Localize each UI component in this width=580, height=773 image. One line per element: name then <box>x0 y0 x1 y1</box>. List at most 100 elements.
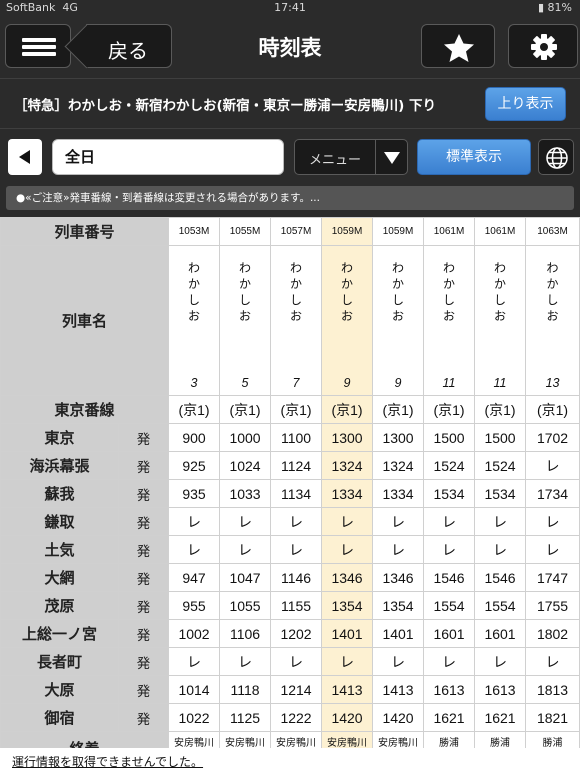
time-cell: レ <box>474 647 527 676</box>
time-cell: 1734 <box>525 479 580 508</box>
time-cell: 1033 <box>219 479 272 508</box>
time-cell: レ <box>270 535 323 564</box>
time-cell: 1124 <box>270 451 323 480</box>
train-name-char: し <box>392 293 405 307</box>
time-cell: 1747 <box>525 563 580 592</box>
time-cell: レ <box>219 535 272 564</box>
train-name-char: お <box>188 309 201 323</box>
time-cell: 955 <box>168 591 221 620</box>
day-type-field[interactable]: 全日 <box>52 139 284 175</box>
time-cell: 1324 <box>321 451 374 480</box>
station-row: 鎌取発レレレレレレレレ <box>0 507 580 536</box>
service-info-link[interactable]: 運行情報を取得できませんでした。 <box>12 753 203 770</box>
menu-dropdown[interactable]: メニュー <box>294 139 408 175</box>
favorite-button[interactable] <box>421 24 495 68</box>
train-number-cell: 1061M <box>423 217 476 246</box>
terminal-station: 勝浦 <box>490 737 511 749</box>
terminal-station: 勝浦 <box>439 737 460 749</box>
train-name-number: 11 <box>493 376 507 390</box>
previous-button[interactable] <box>8 139 42 175</box>
time-cell: 1022 <box>168 703 221 732</box>
globe-icon <box>546 147 568 169</box>
train-name-char: か <box>443 277 456 291</box>
train-name-char: わ <box>290 261 303 275</box>
time-cell: 1601 <box>474 619 527 648</box>
train-name-char: お <box>392 309 405 323</box>
time-cell: 1420 <box>372 703 425 732</box>
departure-label: 発 <box>117 451 170 480</box>
time-cell: 947 <box>168 563 221 592</box>
time-cell: レ <box>372 507 425 536</box>
train-name-row: 列車名 わかしお 3 わかしお 5 わかしお 7 わかしお 9 わかしお 9 わかしお 11 わかしお 11… <box>0 245 580 396</box>
train-name-number: 7 <box>292 376 300 390</box>
train-name-char: わ <box>341 261 354 275</box>
time-cell: 1413 <box>321 675 374 704</box>
departure-label: 発 <box>117 423 170 452</box>
track-cell: (京1) <box>474 395 527 424</box>
time-cell: レ <box>321 507 374 536</box>
time-cell: 1354 <box>321 591 374 620</box>
station-row: 東京発 900 1000 1100 1300 1300 1500 1500 1702 <box>0 423 580 452</box>
track-cell: (京1) <box>423 395 476 424</box>
time-cell: 1055 <box>219 591 272 620</box>
time-cell: 1613 <box>423 675 476 704</box>
time-cell: 1024 <box>219 451 272 480</box>
train-name-number: 11 <box>442 376 456 390</box>
row-label-train-number: 列車番号 <box>0 217 170 246</box>
station-name: 蘇我 <box>0 479 119 508</box>
time-cell: 1813 <box>525 675 580 704</box>
train-number-cell: 1057M <box>270 217 323 246</box>
train-name-char: お <box>290 309 303 323</box>
time-cell: 1000 <box>219 423 272 452</box>
train-number-cell: 1059M <box>372 217 425 246</box>
time-cell: 1613 <box>474 675 527 704</box>
settings-button[interactable] <box>508 24 578 68</box>
time-cell: レ <box>168 535 221 564</box>
train-name-cell: わかしお 9 <box>372 245 425 396</box>
time-cell: レ <box>525 535 580 564</box>
terminal-station: 安房鴨川 <box>225 737 266 749</box>
time-cell: 1354 <box>372 591 425 620</box>
tokyo-track-row: 東京番線 (京1) (京1) (京1) (京1) (京1) (京1) (京1) (京1) <box>0 395 580 424</box>
time-cell: 1500 <box>423 423 476 452</box>
station-row: 海浜幕張発 925 1024 1124 1324 1324 1524 1524 レ <box>0 451 580 480</box>
language-button[interactable] <box>538 139 574 175</box>
time-cell: レ <box>525 451 580 480</box>
time-cell: レ <box>219 647 272 676</box>
departure-label: 発 <box>117 479 170 508</box>
departure-label: 発 <box>117 563 170 592</box>
train-name-char: か <box>546 277 559 291</box>
time-cell: レ <box>474 507 527 536</box>
star-icon <box>444 34 474 62</box>
station-row: 蘇我発 935 1033 1134 1334 1334 1534 1534 1734 <box>0 479 580 508</box>
train-name-char: わ <box>546 261 559 275</box>
track-cell: (京1) <box>372 395 425 424</box>
train-name-char: お <box>341 309 354 323</box>
train-name-char: か <box>290 277 303 291</box>
time-cell: 1601 <box>423 619 476 648</box>
train-name-number: 9 <box>394 376 402 390</box>
station-row: 茂原発 955 1055 1155 1354 1354 1554 1554 1755 <box>0 591 580 620</box>
track-cell: (京1) <box>168 395 221 424</box>
terminal-station: 安房鴨川 <box>276 737 317 749</box>
terminal-station: 安房鴨川 <box>378 737 419 749</box>
notice-banner[interactable]: ●«ご注意»発車番線・到着番線は変更される場合があります。... <box>6 186 574 210</box>
station-name: 鎌取 <box>0 507 119 536</box>
up-direction-button[interactable]: 上り表示 <box>485 87 566 121</box>
train-name-char: わ <box>443 261 456 275</box>
standard-view-button[interactable]: 標準表示 <box>417 139 531 175</box>
top-bar: 戻る 時刻表 <box>0 16 580 78</box>
station-name: 茂原 <box>0 591 119 620</box>
row-label-tokyo-track: 東京番線 <box>0 395 170 424</box>
time-cell: 1002 <box>168 619 221 648</box>
station-row: 御宿発 1022 1125 1222 1420 1420 1621 1621 1821 <box>0 703 580 732</box>
train-name-cell: わかしお 5 <box>219 245 272 396</box>
time-cell: 1300 <box>372 423 425 452</box>
train-name-char: わ <box>494 261 507 275</box>
time-cell: 1534 <box>423 479 476 508</box>
train-name-char: し <box>239 293 252 307</box>
train-name-char: し <box>443 293 456 307</box>
train-name-char: か <box>392 277 405 291</box>
train-name-char: し <box>341 293 354 307</box>
status-time: 17:41 <box>274 1 306 14</box>
